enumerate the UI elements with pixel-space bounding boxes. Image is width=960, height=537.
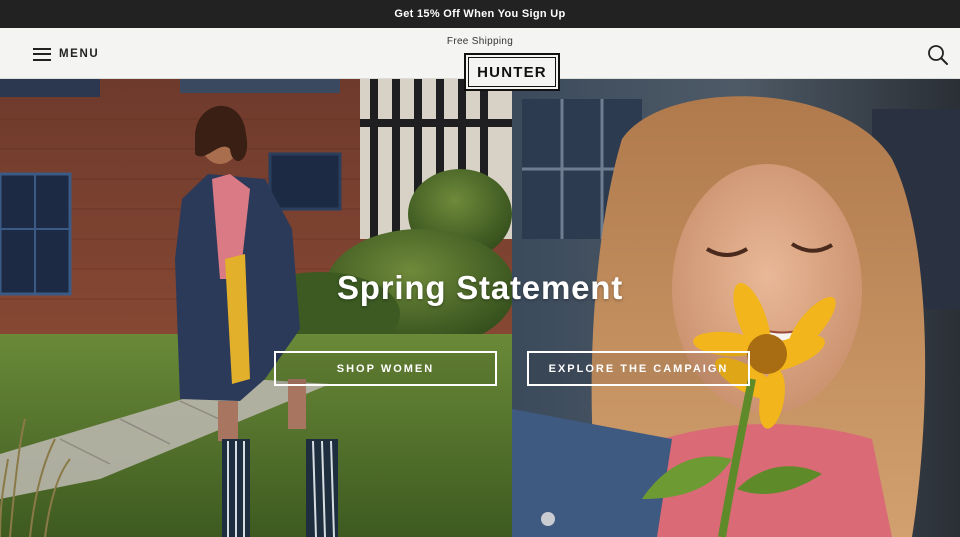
search-icon: [928, 45, 948, 65]
hunter-logo[interactable]: HUNTER: [464, 53, 560, 91]
hero-title: Spring Statement: [336, 269, 623, 306]
menu-label: MENU: [59, 48, 100, 60]
site-header: MENU Free Shipping HUNTER: [0, 28, 960, 91]
hero-image-right: [512, 79, 960, 537]
hamburger-icon[interactable]: [33, 47, 51, 61]
logo-text: HUNTER: [468, 57, 556, 87]
promo-bar[interactable]: Get 15% Off When You Sign Up: [0, 0, 960, 28]
shop-women-button[interactable]: SHOP WOMEN: [274, 351, 497, 386]
promo-text[interactable]: Get 15% Off When You Sign Up: [394, 8, 565, 20]
hero-banner[interactable]: Spring Statement SHOP WOMEN EXPLORE THE …: [0, 79, 960, 537]
search-button[interactable]: [927, 44, 949, 66]
explore-campaign-button[interactable]: EXPLORE THE CAMPAIGN: [527, 351, 750, 386]
free-shipping-text[interactable]: Free Shipping: [0, 36, 960, 47]
hero-image-left: [0, 79, 512, 537]
menu-button[interactable]: MENU: [33, 44, 99, 64]
